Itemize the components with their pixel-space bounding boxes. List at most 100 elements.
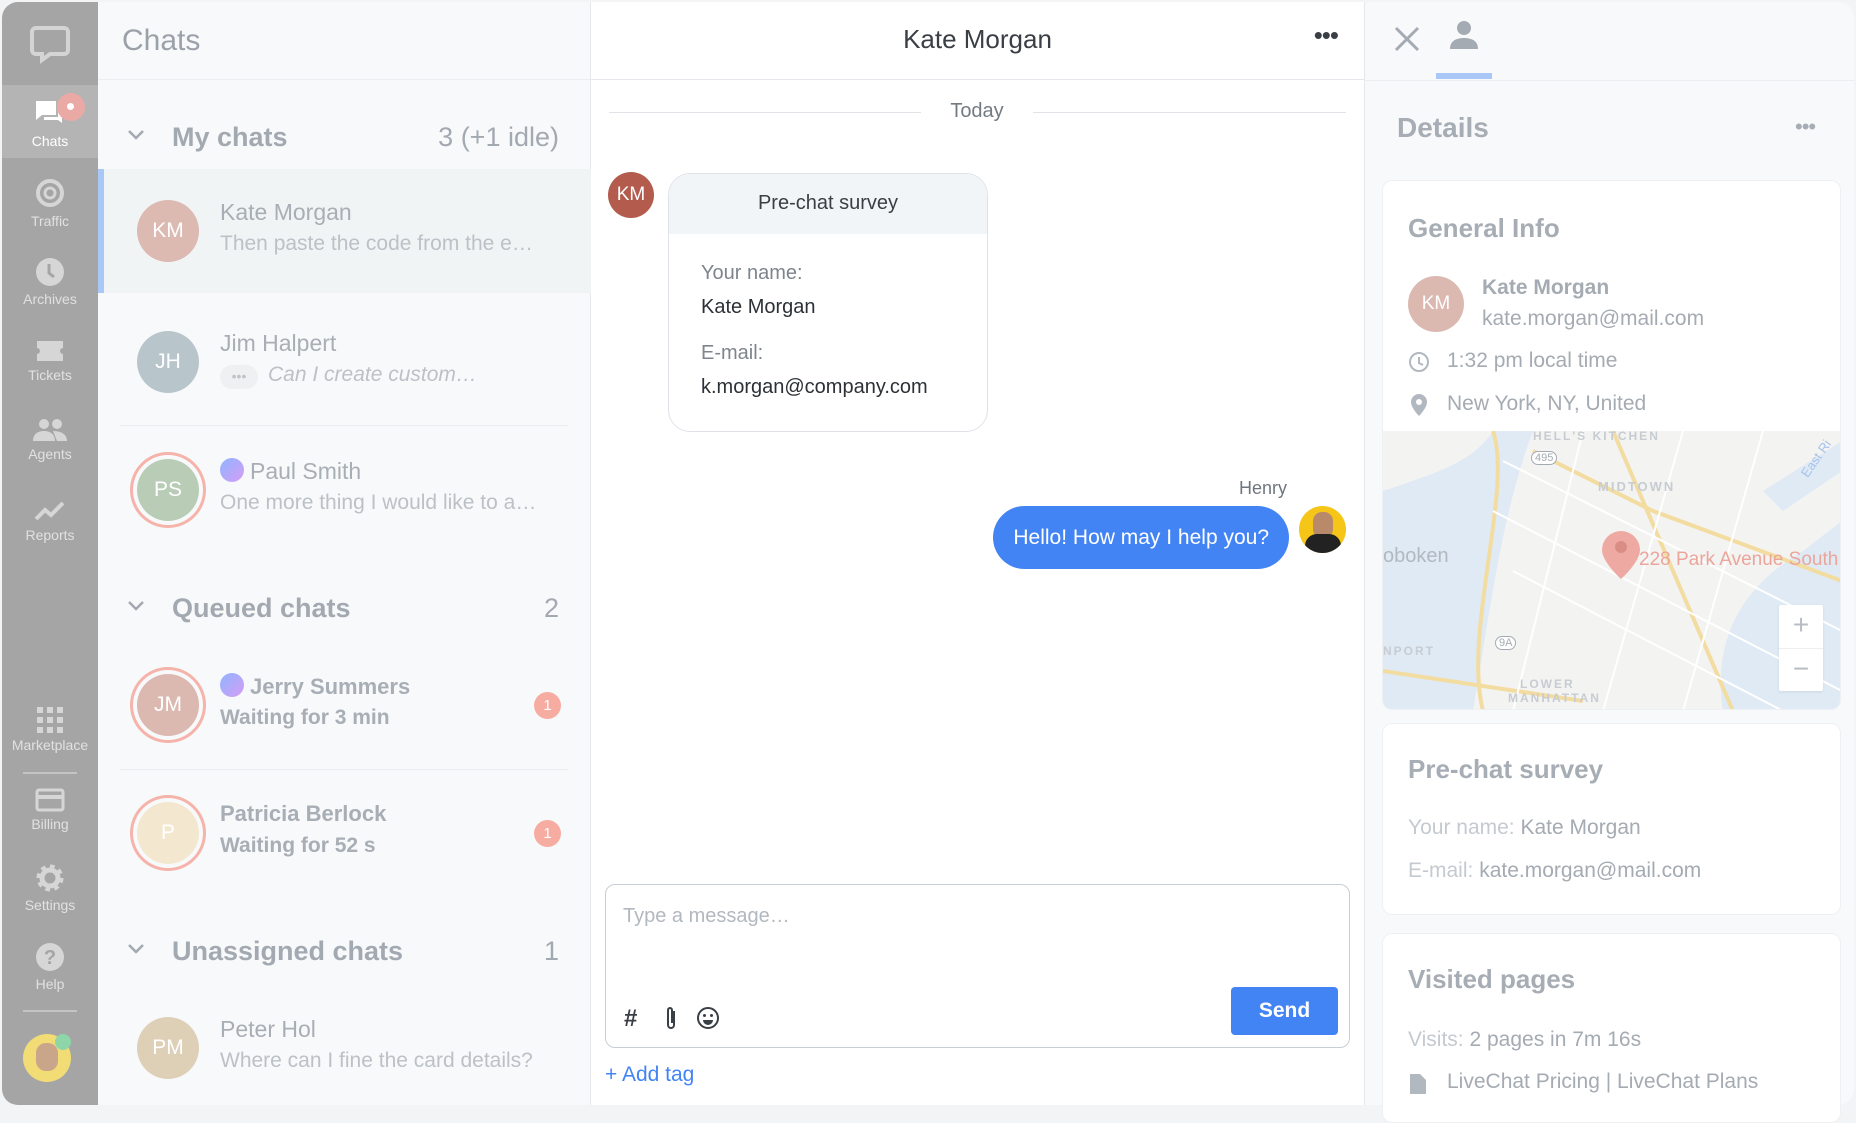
chat-panel: Kate Morgan ••• Today KM Pre-chat survey…: [591, 2, 1364, 1105]
card-title: Pre-chat survey: [1408, 754, 1604, 784]
visited-page-link[interactable]: LiveChat Pricing | LiveChat Plans: [1447, 1070, 1758, 1094]
avatar: KM: [137, 200, 199, 262]
add-tag-link[interactable]: + Add tag: [605, 1063, 694, 1087]
nav-settings[interactable]: Settings: [2, 863, 98, 913]
document-icon: [1410, 1074, 1426, 1094]
value: kate.morgan@mail.com: [1479, 859, 1702, 882]
card-title: General Info: [1408, 213, 1560, 243]
clock-icon: [36, 258, 64, 286]
nav-agents[interactable]: Agents: [2, 418, 98, 462]
details-panel: Details ••• General Info KM Kate Morgan …: [1364, 2, 1855, 1123]
send-button[interactable]: Send: [1231, 987, 1338, 1035]
label: E-mail:: [1408, 859, 1474, 882]
chevron-down-icon: [128, 601, 144, 611]
agent-avatar: [1299, 506, 1346, 553]
typing-indicator-icon: •••: [220, 365, 258, 389]
local-time: 1:32 pm local time: [1447, 349, 1618, 372]
survey-name-label: Your name:: [701, 262, 803, 284]
agent-name: Henry: [1238, 478, 1287, 498]
chat-item-jim-halpert[interactable]: JH Jim Halpert ••• Can I create custom…: [98, 300, 591, 424]
more-options-icon[interactable]: •••: [1795, 114, 1816, 140]
divider: [120, 425, 568, 426]
chat-item-paul-smith[interactable]: PS Paul Smith One more thing I would lik…: [98, 428, 591, 552]
main-nav: Chats Traffic Archives Tickets Agents Re…: [2, 2, 98, 1105]
person-icon[interactable]: [1449, 20, 1479, 50]
avatar: PS: [137, 459, 199, 521]
zoom-out-icon[interactable]: −: [1779, 648, 1823, 691]
chat-item-kate-morgan[interactable]: KM Kate Morgan Then paste the code from …: [98, 169, 591, 293]
nav-traffic[interactable]: Traffic: [2, 177, 98, 229]
clock-icon: [1409, 352, 1429, 372]
zoom-in-icon[interactable]: +: [1779, 605, 1823, 648]
location: New York, NY, United: [1447, 392, 1647, 415]
map-label: MIDTOWN: [1598, 479, 1676, 494]
map-label: HELL'S KITCHEN: [1533, 431, 1660, 443]
message-composer: Type a message… # Send: [605, 884, 1350, 1048]
ticket-icon: [37, 341, 63, 361]
close-icon[interactable]: [1394, 26, 1420, 52]
map-label: 495: [1531, 451, 1558, 465]
survey-name-value: Kate Morgan: [701, 296, 816, 318]
nav-chats[interactable]: Chats: [2, 85, 98, 158]
location-map[interactable]: HELL'S KITCHEN MIDTOWN oboken LOWER MANH…: [1383, 431, 1840, 709]
chevron-down-icon: [128, 130, 144, 140]
section-unassigned-chats[interactable]: Unassigned chats 1: [98, 932, 591, 972]
section-my-chats[interactable]: My chats 3 (+1 idle): [98, 118, 591, 158]
message-input[interactable]: Type a message…: [623, 905, 790, 928]
active-tab-indicator: [1436, 73, 1492, 79]
chat-list-title: Chats: [98, 2, 590, 80]
nav-billing[interactable]: Billing: [2, 788, 98, 832]
online-status-dot: [55, 1034, 71, 1050]
avatar: JM: [137, 674, 199, 736]
hashtag-icon[interactable]: #: [624, 1005, 637, 1033]
grid-icon: [37, 707, 63, 733]
survey-email-label: E-mail:: [701, 342, 764, 364]
survey-email-value: k.morgan@company.com: [701, 376, 928, 398]
map-label: MANHATTAN: [1508, 691, 1601, 705]
map-address: 228 Park Avenue South: [1639, 549, 1839, 570]
nav-tickets[interactable]: Tickets: [2, 339, 98, 383]
pre-chat-survey-card: Pre-chat survey Your name: Kate Morgan E…: [668, 173, 988, 432]
avatar: PM: [137, 1017, 199, 1079]
section-queued-chats[interactable]: Queued chats 2: [98, 589, 591, 629]
map-label: LOWER: [1520, 677, 1575, 691]
nav-divider: [23, 772, 77, 774]
nav-help[interactable]: ? Help: [2, 942, 98, 992]
avatar: KM: [1408, 276, 1464, 332]
map-label: oboken: [1383, 545, 1449, 567]
help-icon: ?: [36, 943, 64, 971]
date-label: Today: [921, 100, 1033, 123]
messenger-icon: [220, 673, 244, 697]
paperclip-icon[interactable]: [664, 1005, 678, 1031]
map-label: 9A: [1495, 636, 1517, 650]
pre-chat-survey-details-card: Pre-chat survey Your name: Kate Morgan E…: [1382, 723, 1841, 915]
svg-text:?: ?: [44, 947, 56, 969]
chat-item-jerry-summers[interactable]: JM Jerry Summers Waiting for 3 min 1: [98, 643, 591, 767]
divider: [120, 769, 568, 770]
map-pin-icon: [1602, 531, 1640, 579]
nav-divider: [23, 1010, 77, 1012]
card-title: Visited pages: [1408, 964, 1576, 994]
survey-title: Pre-chat survey: [669, 174, 987, 234]
nav-archives[interactable]: Archives: [2, 257, 98, 307]
label: Your name:: [1408, 816, 1515, 839]
chevron-down-icon: [128, 944, 144, 954]
map-label: NPORT: [1383, 644, 1435, 658]
chat-item-patricia-berlock[interactable]: P Patricia Berlock Waiting for 52 s 1: [98, 771, 591, 895]
chat-item-peter-hol[interactable]: PM Peter Hol Where can I fine the card d…: [98, 986, 591, 1110]
reports-icon: [34, 501, 65, 521]
unread-badge: 1: [534, 820, 561, 847]
label: Visits:: [1408, 1028, 1464, 1051]
location-pin-icon: [1411, 394, 1427, 416]
emoji-icon[interactable]: [696, 1006, 720, 1030]
nav-marketplace[interactable]: Marketplace: [2, 707, 98, 753]
unread-badge: 1: [534, 692, 561, 719]
visited-pages-card: Visited pages Visits: 2 pages in 7m 16s …: [1382, 933, 1841, 1123]
divider: [1365, 80, 1855, 81]
avatar: JH: [137, 331, 199, 393]
chat-title: Kate Morgan: [903, 24, 1052, 54]
nav-reports[interactable]: Reports: [2, 499, 98, 543]
notification-dot: [57, 93, 85, 121]
more-options-icon[interactable]: •••: [1314, 20, 1339, 51]
traffic-icon: [36, 179, 64, 207]
